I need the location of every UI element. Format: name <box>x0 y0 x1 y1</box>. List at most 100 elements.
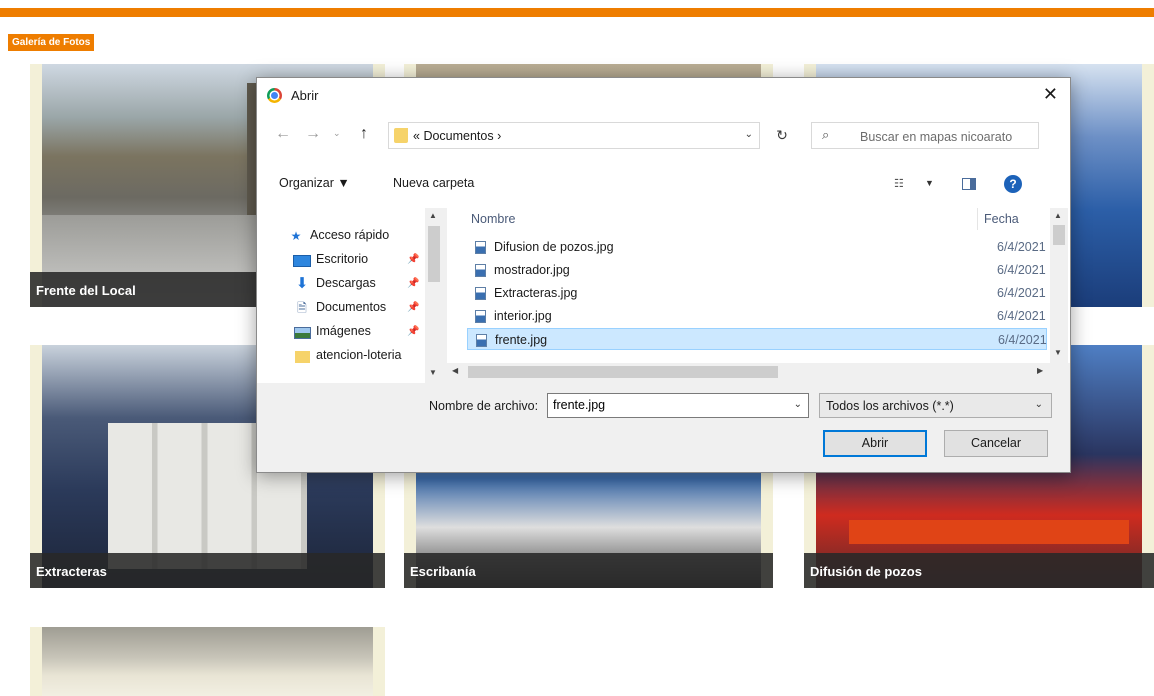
file-name: Difusion de pozos.jpg <box>494 240 614 254</box>
nav-label: Acceso rápido <box>310 228 390 242</box>
nav-item-documents[interactable]: 🗎 Documentos <box>293 296 386 318</box>
image-file-icon <box>476 334 487 347</box>
dialog-titlebar[interactable]: Abrir ✕ <box>257 78 1070 112</box>
nav-item-desktop[interactable]: Escritorio <box>293 248 368 270</box>
back-arrow-icon[interactable]: ← <box>275 125 291 143</box>
desktop-icon <box>293 249 311 271</box>
refresh-icon[interactable]: ↻ <box>767 122 797 149</box>
nav-scrollbar[interactable]: ▲ ▼ <box>425 208 443 383</box>
gallery-label: Galería de Fotos <box>8 34 95 51</box>
help-icon[interactable]: ? <box>1004 175 1022 193</box>
file-date: 6/4/2021 <box>997 309 1046 323</box>
gallery-photo <box>42 627 373 696</box>
file-list: Nombre Fecha Difusion de pozos.jpg 6/4/2… <box>447 208 1070 363</box>
gallery-tile[interactable] <box>30 627 385 696</box>
close-icon[interactable]: ✕ <box>1043 84 1058 105</box>
pin-icon[interactable]: 📌 <box>407 326 419 337</box>
file-name: Extracteras.jpg <box>494 286 578 300</box>
nav-item-downloads[interactable]: ⬇ Descargas <box>293 272 376 294</box>
up-arrow-icon[interactable]: ↑ <box>360 125 368 143</box>
file-row[interactable]: interior.jpg 6/4/2021 <box>467 305 1047 327</box>
nav-label: Imágenes <box>316 324 371 338</box>
file-name: mostrador.jpg <box>494 263 570 277</box>
dialog-title: Abrir <box>291 88 319 103</box>
pin-icon[interactable]: 📌 <box>407 278 419 289</box>
column-header-name[interactable]: Nombre <box>471 208 515 230</box>
scroll-down-icon[interactable]: ▼ <box>429 368 437 377</box>
tile-caption: Difusión de pozos <box>804 553 1154 588</box>
scroll-left-icon[interactable]: ◀ <box>452 366 458 375</box>
file-date: 6/4/2021 <box>997 286 1046 300</box>
recent-dropdown-icon[interactable]: ⌄ <box>333 128 341 139</box>
nav-item-quick-access[interactable]: ★ Acceso rápido <box>287 224 390 246</box>
file-name: frente.jpg <box>495 333 548 347</box>
file-type-select[interactable]: Todos los archivos (*.*) ⌄ <box>819 393 1052 418</box>
file-list-scrollbar[interactable]: ▲ ▼ <box>1050 208 1068 363</box>
search-placeholder: Buscar en mapas nicoarato <box>860 130 1013 144</box>
command-bar: Organizar ▼ Nueva carpeta ☷ ▼ ? <box>257 160 1070 208</box>
organize-button[interactable]: Organizar ▼ <box>279 176 350 190</box>
nav-label: atencion-loteria <box>316 348 402 362</box>
scroll-up-icon[interactable]: ▲ <box>1054 211 1062 220</box>
preview-pane-icon[interactable] <box>962 178 976 190</box>
file-row[interactable]: mostrador.jpg 6/4/2021 <box>467 259 1047 281</box>
file-row[interactable]: Difusion de pozos.jpg 6/4/2021 <box>467 236 1047 258</box>
address-path: « Documentos › <box>413 129 501 143</box>
tile-caption: Escribanía <box>404 553 773 588</box>
nav-label: Descargas <box>316 276 376 290</box>
nav-item-folder[interactable]: atencion-loteria <box>293 344 401 366</box>
column-header-date[interactable]: Fecha <box>977 208 1019 230</box>
file-date: 6/4/2021 <box>997 240 1046 254</box>
file-name: interior.jpg <box>494 309 552 323</box>
folder-icon <box>394 128 408 143</box>
image-file-icon <box>475 310 486 323</box>
pin-icon[interactable]: 📌 <box>407 302 419 313</box>
scrollbar-thumb[interactable] <box>1053 225 1065 245</box>
open-button[interactable]: Abrir <box>823 430 927 457</box>
download-icon: ⬇ <box>295 274 309 292</box>
scroll-right-icon[interactable]: ▶ <box>1037 366 1043 375</box>
address-prefix: « <box>413 129 420 143</box>
filename-input[interactable] <box>553 398 773 412</box>
chevron-down-icon[interactable]: ▼ <box>925 178 934 188</box>
site-top-bar <box>0 8 1154 17</box>
image-file-icon <box>475 287 486 300</box>
file-date: 6/4/2021 <box>997 263 1046 277</box>
nav-label: Documentos <box>316 300 387 314</box>
forward-arrow-icon[interactable]: → <box>305 125 321 143</box>
image-file-icon <box>475 264 486 277</box>
tile-caption: Extracteras <box>30 553 385 588</box>
view-options-icon[interactable]: ☷ <box>894 177 904 190</box>
address-bar[interactable]: « Documentos › ⌄ <box>388 122 760 149</box>
chrome-icon <box>267 88 282 103</box>
chevron-down-icon[interactable]: ⌄ <box>794 399 802 410</box>
search-box[interactable]: ⌕ Buscar en mapas nicoarato <box>811 122 1039 149</box>
filename-field[interactable]: ⌄ <box>547 393 809 418</box>
search-icon: ⌕ <box>822 127 830 142</box>
open-file-dialog: Abrir ✕ ← → ⌄ ↑ « Documentos › ⌄ ↻ ⌕ Bus… <box>256 77 1071 473</box>
scroll-down-icon[interactable]: ▼ <box>1054 348 1062 357</box>
new-folder-button[interactable]: Nueva carpeta <box>393 176 474 190</box>
folder-icon <box>293 345 311 367</box>
address-folder: Documentos <box>423 129 494 143</box>
scroll-up-icon[interactable]: ▲ <box>429 211 437 220</box>
image-file-icon <box>475 241 486 254</box>
file-list-horizontal-scrollbar[interactable]: ◀ ▶ <box>447 363 1050 381</box>
scrollbar-thumb[interactable] <box>468 366 778 378</box>
chevron-down-icon[interactable]: ⌄ <box>745 129 753 140</box>
scrollbar-thumb[interactable] <box>428 226 440 282</box>
file-type-value: Todos los archivos (*.*) <box>826 399 954 413</box>
navigation-pane: ★ Acceso rápido Escritorio ⬇ Descargas 🗎 Do… <box>257 208 443 383</box>
file-row[interactable]: Extracteras.jpg 6/4/2021 <box>467 282 1047 304</box>
pin-icon[interactable]: 📌 <box>407 254 419 265</box>
cancel-button[interactable]: Cancelar <box>944 430 1048 457</box>
nav-label: Escritorio <box>316 252 369 266</box>
chevron-down-icon: ⌄ <box>1034 399 1043 410</box>
file-row-selected[interactable]: frente.jpg 6/4/2021 <box>467 328 1047 350</box>
file-date: 6/4/2021 <box>998 333 1047 347</box>
address-separator: › <box>497 129 502 143</box>
browser-page: Galería de Fotos Frente del Local Extrac… <box>0 0 1154 696</box>
nav-item-images[interactable]: Imágenes <box>293 320 371 342</box>
image-icon <box>293 321 311 343</box>
document-icon: 🗎 <box>297 300 307 315</box>
